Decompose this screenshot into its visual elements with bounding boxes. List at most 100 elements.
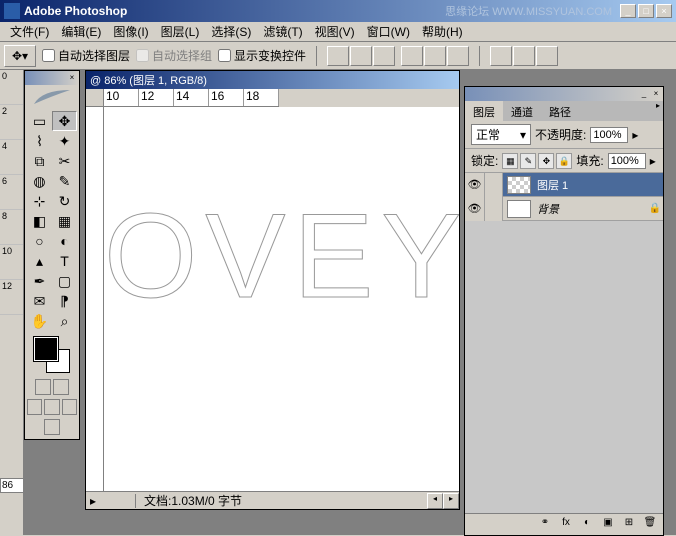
visibility-icon[interactable]: 👁 <box>465 197 485 221</box>
blur-tool[interactable]: ○ <box>27 231 52 251</box>
menubar: 文件(F) 编辑(E) 图像(I) 图层(L) 选择(S) 滤镜(T) 视图(V… <box>0 22 676 42</box>
menu-help[interactable]: 帮助(H) <box>416 21 469 42</box>
tab-layers[interactable]: 图层 <box>465 101 503 121</box>
lock-pixels-icon[interactable]: ✎ <box>520 153 536 169</box>
pen-tool[interactable]: ✒ <box>27 271 52 291</box>
layer-name[interactable]: 图层 1 <box>535 177 663 193</box>
align-top-button[interactable] <box>327 46 349 66</box>
opacity-arrow-icon[interactable]: ▸ <box>632 128 638 142</box>
close-button[interactable]: × <box>656 4 672 18</box>
lock-icon: 🔒 <box>647 203 663 214</box>
zoom-tool[interactable]: ⌕ <box>52 311 77 331</box>
auto-select-layer-checkbox[interactable]: 自动选择图层 <box>42 47 130 64</box>
hand-tool[interactable]: ✋ <box>27 311 52 331</box>
vertical-ruler <box>86 107 104 491</box>
zoom-input[interactable]: 86 <box>0 478 24 493</box>
distribute-button[interactable] <box>536 46 558 66</box>
jump-button[interactable] <box>44 419 60 435</box>
color-swatches[interactable] <box>34 337 70 373</box>
link-cell[interactable] <box>485 197 503 221</box>
quickmask-mode-button[interactable] <box>53 379 69 395</box>
shape-tool[interactable]: ▢ <box>52 271 77 291</box>
maximize-button[interactable]: □ <box>638 4 654 18</box>
document-window: @ 86% (图层 1, RGB/8) 10 12 14 16 18 OVEY … <box>85 70 460 510</box>
menu-image[interactable]: 图像(I) <box>107 21 154 42</box>
stamp-tool[interactable]: ⊹ <box>27 191 52 211</box>
canvas[interactable]: OVEY <box>104 107 459 491</box>
type-tool[interactable]: T <box>52 251 77 271</box>
slice-tool[interactable]: ✂ <box>52 151 77 171</box>
align-vcenter-button[interactable] <box>350 46 372 66</box>
menu-edit[interactable]: 编辑(E) <box>55 21 107 42</box>
panel-menu-icon[interactable]: ▸ <box>653 101 663 111</box>
panel-minimize-icon[interactable]: _ <box>639 89 649 99</box>
layer-mask-button[interactable]: ◐ <box>578 517 596 533</box>
screen-mode-3[interactable] <box>62 399 77 415</box>
new-layer-button[interactable]: ⊞ <box>620 517 638 533</box>
minimize-button[interactable]: _ <box>620 4 636 18</box>
menu-filter[interactable]: 滤镜(T) <box>257 21 308 42</box>
move-tool-indicator[interactable]: ✥▾ <box>4 45 36 67</box>
eyedropper-tool[interactable]: ⁋ <box>52 291 77 311</box>
status-arrow[interactable]: ▸ <box>86 494 136 508</box>
layer-name[interactable]: 背景 <box>535 201 647 217</box>
layer-item[interactable]: 👁 背景 🔒 <box>465 197 663 221</box>
screen-mode-2[interactable] <box>44 399 59 415</box>
new-group-button[interactable]: ▣ <box>599 517 617 533</box>
history-brush-tool[interactable]: ↻ <box>52 191 77 211</box>
fill-arrow-icon[interactable]: ▸ <box>650 154 656 168</box>
link-layers-button[interactable]: ⚭ <box>536 517 554 533</box>
align-bottom-button[interactable] <box>373 46 395 66</box>
foreground-color[interactable] <box>34 337 58 361</box>
workspace: 0 2 4 6 8 10 12 86 × ▭ ✥ ⌇ ✦ ⧉ ✂ ◍ ✎ ⊹ ↻… <box>0 70 676 535</box>
marquee-tool[interactable]: ▭ <box>27 111 52 131</box>
opacity-input[interactable]: 100% <box>590 127 628 143</box>
menu-select[interactable]: 选择(S) <box>205 21 257 42</box>
brush-tool[interactable]: ✎ <box>52 171 77 191</box>
lock-transparency-icon[interactable]: ▦ <box>502 153 518 169</box>
distribute-button[interactable] <box>490 46 512 66</box>
menu-layer[interactable]: 图层(L) <box>155 21 206 42</box>
wand-tool[interactable]: ✦ <box>52 131 77 151</box>
tab-paths[interactable]: 路径 <box>541 101 579 121</box>
align-left-button[interactable] <box>401 46 423 66</box>
fill-input[interactable]: 100% <box>608 153 646 169</box>
layers-panel: _ × 图层 通道 路径 ▸ 正常▾ 不透明度: 100% ▸ 锁定: ▦ ✎ … <box>464 86 664 536</box>
show-transform-checkbox[interactable]: 显示变换控件 <box>218 47 306 64</box>
gradient-tool[interactable]: ▦ <box>52 211 77 231</box>
layer-style-button[interactable]: fx <box>557 517 575 533</box>
menu-view[interactable]: 视图(V) <box>309 21 361 42</box>
layer-thumbnail[interactable] <box>507 200 531 218</box>
lock-all-icon[interactable]: 🔒 <box>556 153 572 169</box>
screen-mode-1[interactable] <box>27 399 42 415</box>
path-select-tool[interactable]: ▴ <box>27 251 52 271</box>
notes-tool[interactable]: ✉ <box>27 291 52 311</box>
panel-close-icon[interactable]: × <box>651 89 661 99</box>
dodge-tool[interactable]: ◐ <box>52 231 77 251</box>
lasso-tool[interactable]: ⌇ <box>27 131 52 151</box>
standard-mode-button[interactable] <box>35 379 51 395</box>
visibility-icon[interactable]: 👁 <box>465 173 485 197</box>
blend-mode-dropdown[interactable]: 正常▾ <box>471 124 531 145</box>
delete-layer-button[interactable]: 🗑 <box>641 517 659 533</box>
layer-item[interactable]: 👁 图层 1 <box>465 173 663 197</box>
titlebar: Adobe Photoshop 思缘论坛 WWW.MISSYUAN.COM _ … <box>0 0 676 22</box>
opacity-label: 不透明度: <box>535 126 586 143</box>
eraser-tool[interactable]: ◧ <box>27 211 52 231</box>
menu-file[interactable]: 文件(F) <box>4 21 55 42</box>
lock-position-icon[interactable]: ✥ <box>538 153 554 169</box>
toolbox-close-icon[interactable]: × <box>67 73 77 83</box>
heal-tool[interactable]: ◍ <box>27 171 52 191</box>
divider <box>479 46 480 66</box>
scroll-left-button[interactable]: ◂ <box>427 493 443 509</box>
layer-thumbnail[interactable] <box>507 176 531 194</box>
distribute-button[interactable] <box>513 46 535 66</box>
align-hcenter-button[interactable] <box>424 46 446 66</box>
tab-channels[interactable]: 通道 <box>503 101 541 121</box>
menu-window[interactable]: 窗口(W) <box>361 21 416 42</box>
link-cell[interactable] <box>485 173 503 197</box>
align-right-button[interactable] <box>447 46 469 66</box>
scroll-right-button[interactable]: ▸ <box>443 493 459 509</box>
crop-tool[interactable]: ⧉ <box>27 151 52 171</box>
move-tool[interactable]: ✥ <box>52 111 77 131</box>
